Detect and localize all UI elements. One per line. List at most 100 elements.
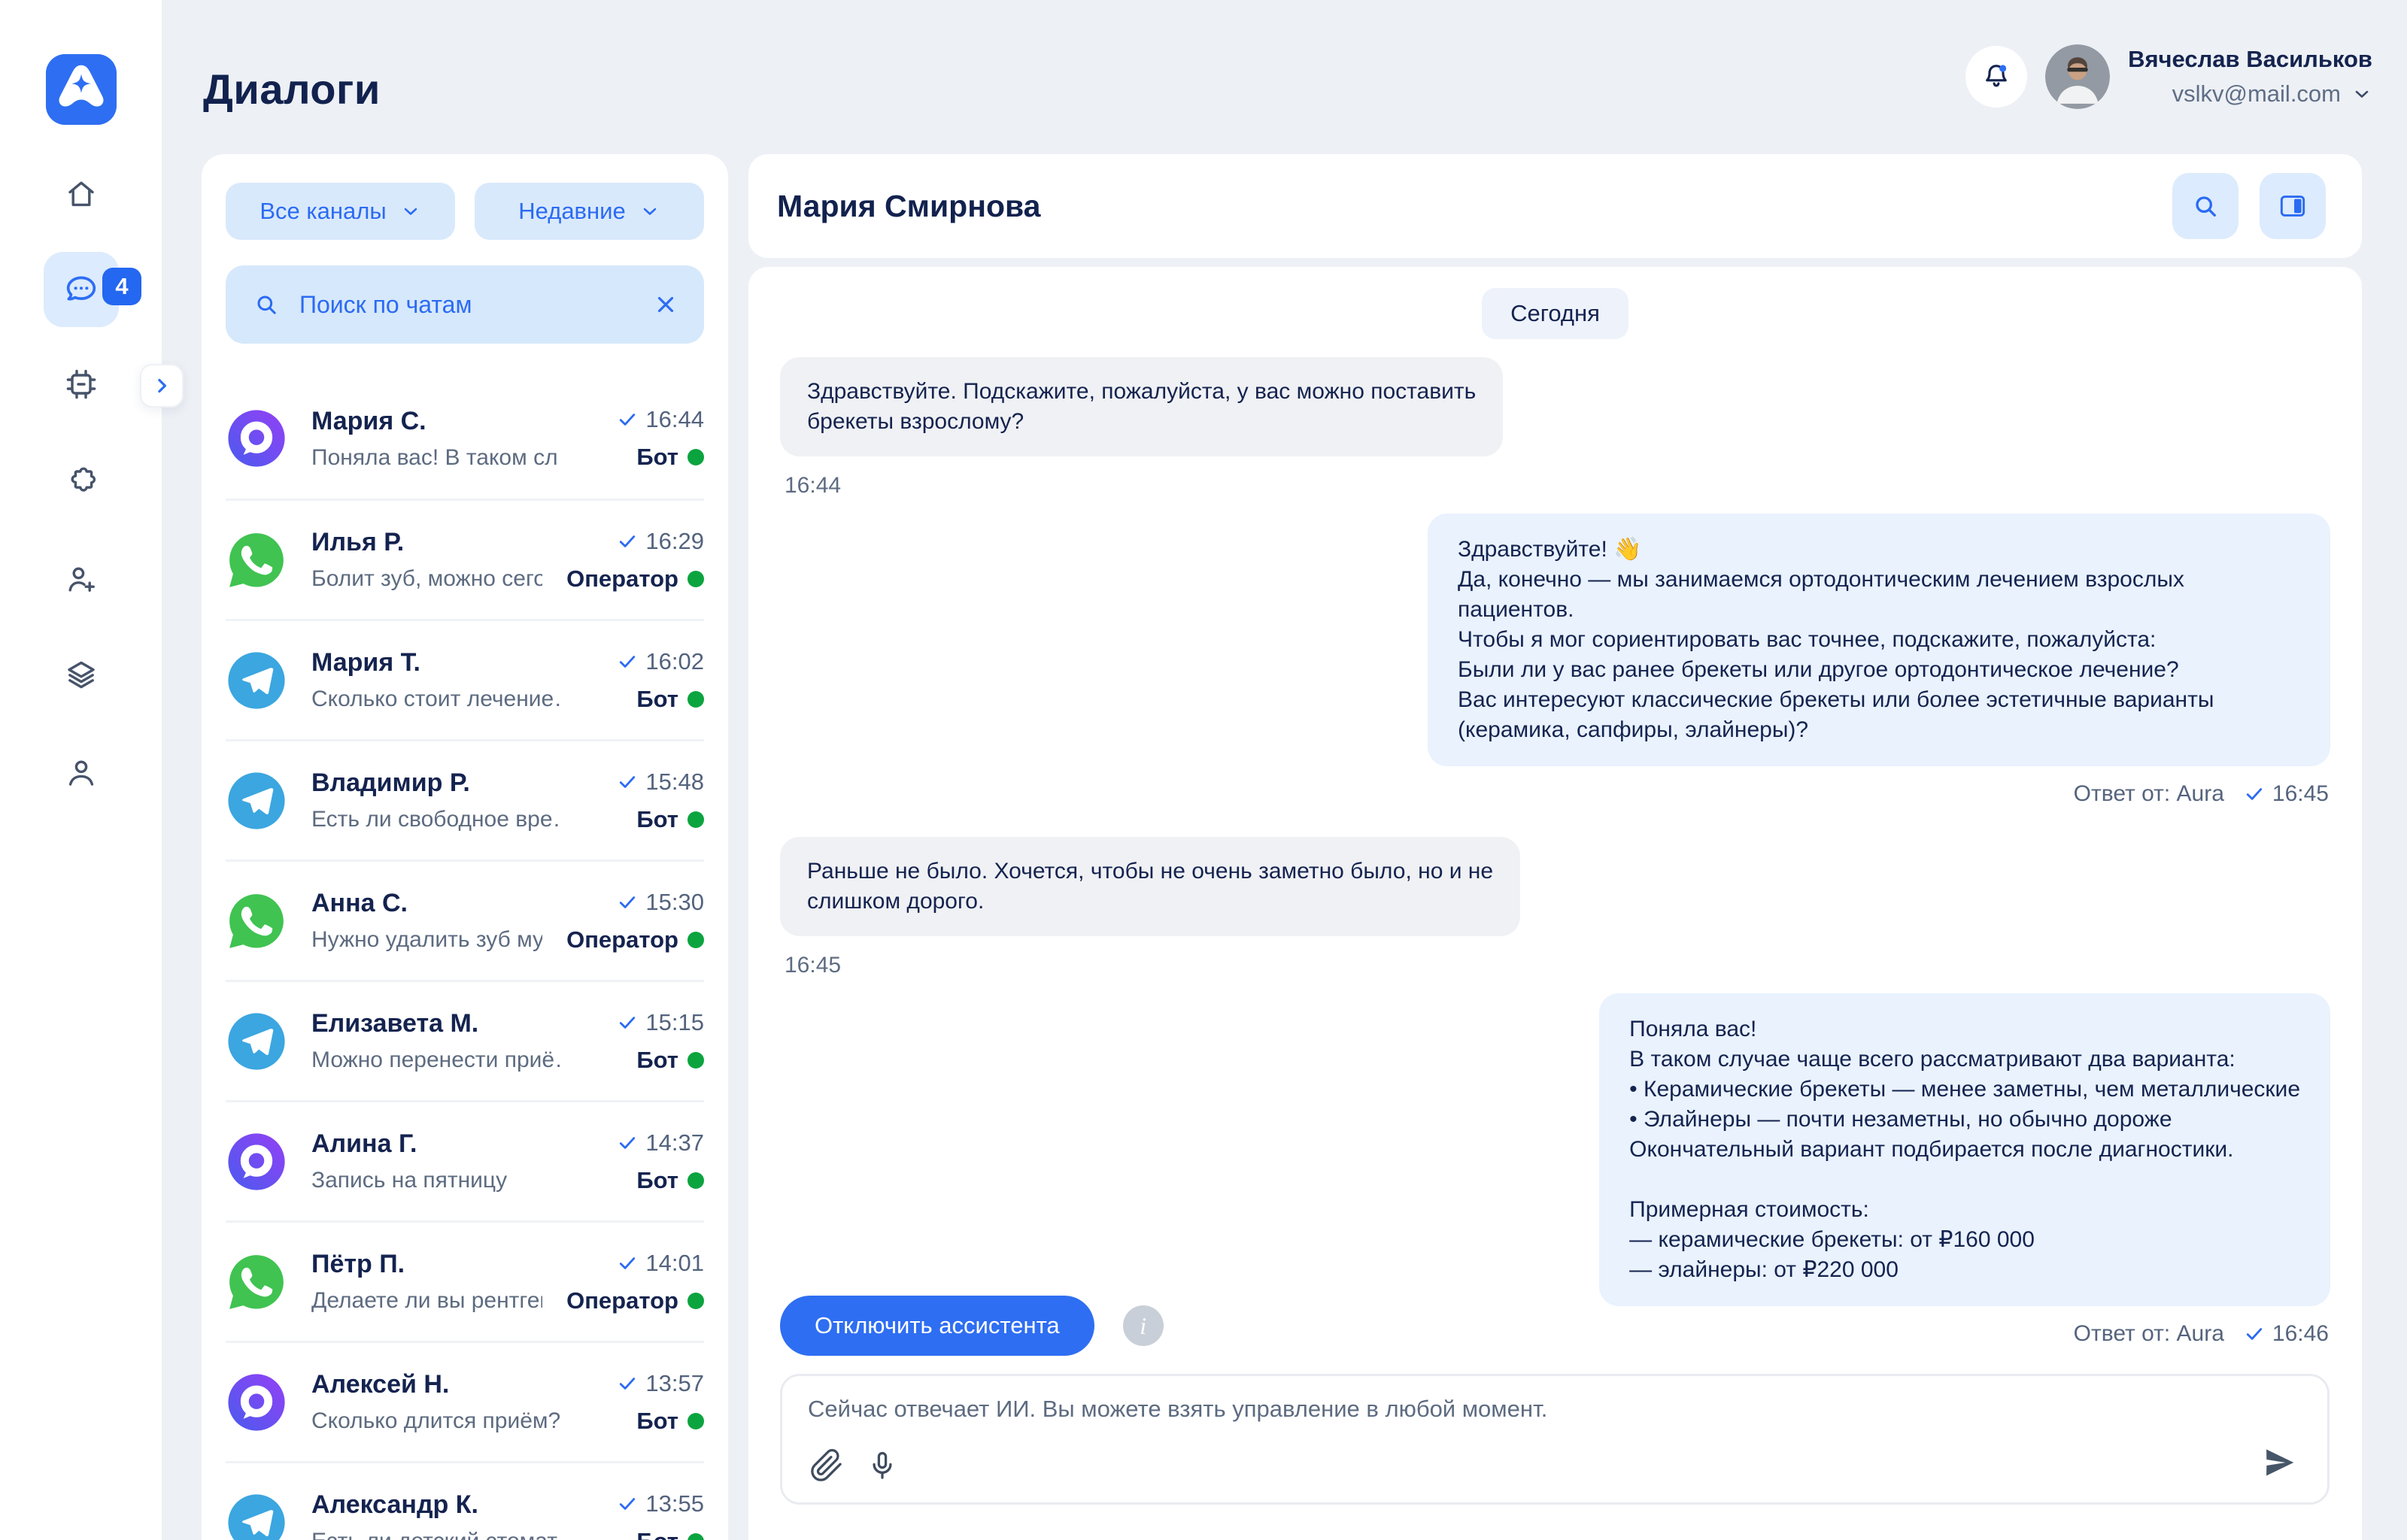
- paperclip-icon: [809, 1448, 844, 1483]
- whatsapp-icon: [226, 1251, 287, 1313]
- disable-assistant-button[interactable]: Отключить ассистента: [780, 1296, 1094, 1356]
- channel-avatar: [226, 650, 287, 711]
- chat-summary: Алина Г.Запись на пятницу: [311, 1129, 593, 1193]
- sidebar-item-add-user[interactable]: [63, 561, 99, 597]
- message-input[interactable]: [808, 1396, 2237, 1453]
- chat-list-filters: Все каналы Недавние: [226, 183, 704, 240]
- chat-status: Бот: [636, 444, 704, 471]
- sidebar-item-layers[interactable]: [63, 656, 99, 693]
- chat-meta: 16:02 Бот: [617, 648, 704, 713]
- filter-sort-label: Недавние: [518, 198, 625, 225]
- channel-avatar: [226, 1251, 287, 1313]
- online-dot: [687, 1293, 704, 1309]
- list-item[interactable]: Илья Р.Болит зуб, можно сего…16:29Операт…: [226, 499, 704, 619]
- chat-time: 16:02: [617, 648, 704, 675]
- channel-avatar: [226, 1492, 287, 1540]
- info-icon[interactable]: i: [1123, 1305, 1164, 1346]
- online-dot: [687, 691, 704, 708]
- attach-file-button[interactable]: [809, 1448, 844, 1483]
- microphone-icon: [865, 1448, 900, 1483]
- page-title: Диалоги: [203, 65, 381, 114]
- chevron-right-icon: [150, 374, 173, 397]
- user-name: Вячеслав Васильков: [2128, 46, 2372, 73]
- filter-sort-dropdown[interactable]: Недавние: [475, 183, 704, 240]
- chat-preview: Нужно удалить зуб муд…: [311, 927, 542, 953]
- online-dot: [687, 1413, 704, 1429]
- incoming-message: Здравствуйте. Подскажите, пожалуйста, у …: [780, 357, 1503, 456]
- chat-name: Владимир Р.: [311, 768, 593, 798]
- user-email: vslkv@mail.com: [2172, 80, 2341, 108]
- online-dot: [687, 1172, 704, 1189]
- chat-status: Бот: [636, 806, 704, 833]
- chat-status: Оператор: [566, 565, 704, 593]
- reply-author: Ответ от: Aura: [2074, 1321, 2224, 1347]
- list-item[interactable]: Пётр П.Делаете ли вы рентген?14:01Операт…: [226, 1220, 704, 1341]
- list-item[interactable]: Алина Г.Запись на пятницу14:37Бот: [226, 1100, 704, 1220]
- message-composer: [780, 1374, 2330, 1505]
- chat-meta: 13:57Бот: [617, 1370, 704, 1435]
- check-icon: [617, 1012, 638, 1033]
- assistant-controls: Отключить ассистента i: [780, 1296, 1164, 1356]
- chat-meta: 16:29 Оператор: [566, 528, 704, 593]
- bell-icon: [1980, 60, 2013, 93]
- chat-time: 14:37: [617, 1129, 704, 1157]
- message-time: 16:45: [785, 953, 841, 978]
- check-icon: [2244, 784, 2265, 805]
- list-item[interactable]: Владимир Р.Есть ли свободное вре…15:48Бо…: [226, 739, 704, 859]
- list-item[interactable]: Мария Т.Сколько стоит лечение…16:02Бот: [226, 619, 704, 739]
- avatar[interactable]: [2045, 44, 2110, 109]
- telegram-icon: [226, 770, 287, 832]
- chat-meta: 14:01Оператор: [566, 1250, 704, 1314]
- toggle-side-panel-button[interactable]: [2260, 173, 2326, 239]
- list-item[interactable]: Елизавета М.Можно перенести приё… 15:15Бо…: [226, 980, 704, 1100]
- sidebar-expand-button[interactable]: [140, 364, 184, 408]
- list-item[interactable]: Александр К.Есть ли детский стомат… 13:55…: [226, 1461, 704, 1540]
- voice-message-button[interactable]: [865, 1448, 900, 1483]
- notifications-button[interactable]: [1965, 46, 2027, 108]
- chat-status: Бот: [636, 1047, 704, 1074]
- channel-avatar: [226, 770, 287, 832]
- chats-icon: [62, 270, 101, 309]
- sidebar-item-profile[interactable]: [63, 754, 99, 790]
- chat-preview: Есть ли детский стомат…: [311, 1529, 560, 1540]
- sidebar-item-assistant[interactable]: [63, 366, 99, 402]
- chat-list-panel: Все каналы Недавние Мария С.Поняла вас! …: [202, 154, 728, 1540]
- avatar-photo: [2045, 44, 2110, 109]
- app-logo[interactable]: [46, 54, 117, 125]
- outgoing-message: Поняла вас! В таком случае чаще всего ра…: [1599, 993, 2330, 1306]
- chat-summary: Елизавета М.Можно перенести приё…: [311, 1009, 593, 1073]
- chat-search: [226, 265, 704, 344]
- list-item[interactable]: Анна С.Нужно удалить зуб муд…15:30Операт…: [226, 859, 704, 980]
- chat-time: 16:44: [617, 406, 704, 433]
- list-item[interactable]: Мария С.Поняла вас! В таком сл…16:44Бот: [226, 378, 704, 499]
- sidebar-item-integrations[interactable]: [63, 463, 99, 499]
- conversation-search-button[interactable]: [2172, 173, 2239, 239]
- chat-preview: Делаете ли вы рентген?: [311, 1288, 542, 1314]
- chat-preview: Сколько стоит лечение…: [311, 687, 560, 712]
- check-icon: [617, 651, 638, 672]
- chat-name: Илья Р.: [311, 528, 542, 557]
- sidebar-item-home[interactable]: [63, 176, 99, 212]
- clear-search-icon[interactable]: [653, 292, 678, 317]
- incoming-message: Раньше не было. Хочется, чтобы не очень …: [780, 837, 1520, 936]
- account-menu[interactable]: vslkv@mail.com: [2128, 80, 2372, 108]
- chat-summary: Александр К.Есть ли детский стомат…: [311, 1490, 593, 1540]
- aura-icon: [226, 1372, 287, 1433]
- check-icon: [617, 1132, 638, 1153]
- chat-meta: 15:15Бот: [617, 1009, 704, 1074]
- notification-dot: [1999, 65, 2006, 71]
- chat-preview: Сколько длится приём?: [311, 1408, 560, 1434]
- send-button[interactable]: [2261, 1444, 2299, 1481]
- whatsapp-icon: [226, 890, 287, 952]
- check-icon: [617, 1493, 638, 1514]
- check-icon: [617, 409, 638, 430]
- list-item[interactable]: Алексей Н.Сколько длится приём?13:57Бот: [226, 1341, 704, 1461]
- message-meta: Ответ от: Aura16:45: [2074, 781, 2329, 807]
- online-dot: [687, 811, 704, 828]
- chat-meta: 13:55Бот: [617, 1490, 704, 1540]
- chat-status: Бот: [636, 686, 704, 713]
- search-input[interactable]: [299, 291, 635, 319]
- chevron-down-icon: [400, 201, 421, 222]
- filter-channels-dropdown[interactable]: Все каналы: [226, 183, 455, 240]
- chat-time: 16:29: [617, 528, 704, 555]
